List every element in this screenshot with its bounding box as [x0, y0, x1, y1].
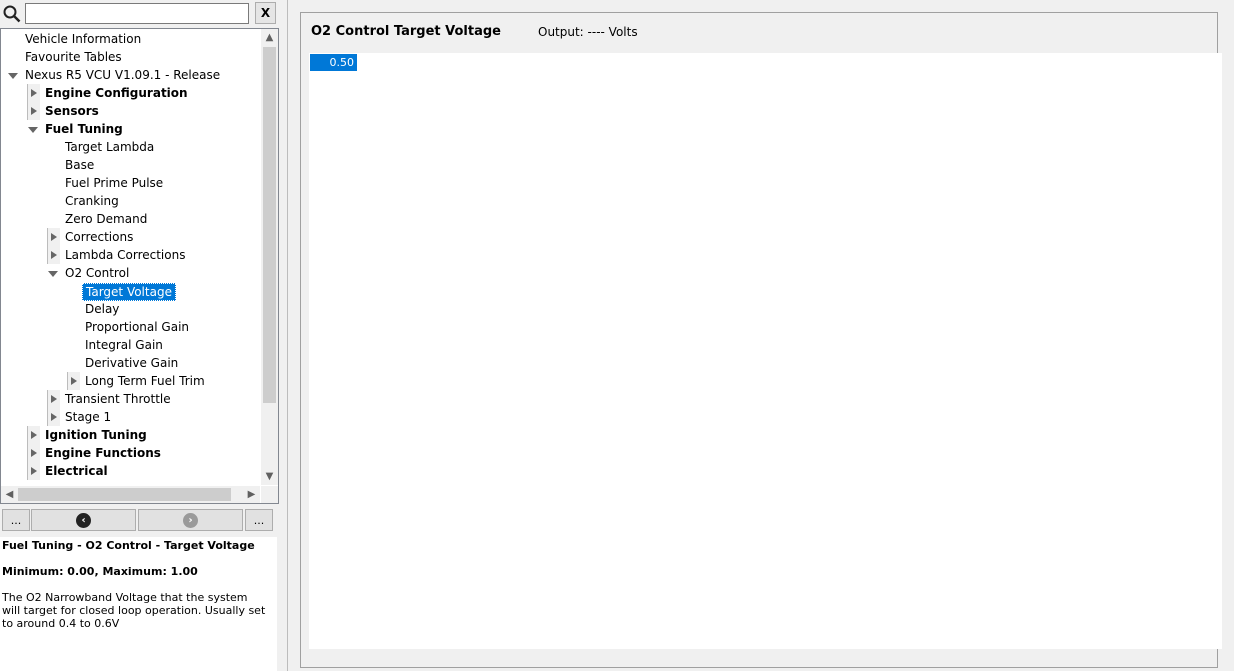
tree-item[interactable]: Fuel Tuning [1, 120, 260, 138]
tree-item-label: Corrections [65, 230, 134, 244]
tree-item-label: Base [65, 158, 95, 172]
tree-item[interactable]: Long Term Fuel Trim [1, 372, 260, 390]
tree-item[interactable]: Corrections [1, 228, 260, 246]
collapsed-arrow-icon[interactable] [67, 372, 80, 390]
description-panel: Fuel Tuning - O2 Control - Target Voltag… [0, 537, 277, 671]
tree-item[interactable]: Ignition Tuning [1, 426, 260, 444]
tree-item-label: Long Term Fuel Trim [85, 374, 205, 388]
tree-item-label: Derivative Gain [85, 356, 179, 370]
tree-item-label: Delay [85, 302, 120, 316]
collapsed-arrow-icon[interactable] [47, 390, 60, 408]
tree-item[interactable]: Vehicle Information [1, 30, 260, 48]
collapsed-arrow-icon[interactable] [47, 408, 60, 426]
tree-item[interactable]: Cranking [1, 192, 260, 210]
tree-item-label: Fuel Prime Pulse [65, 176, 164, 190]
chevron-left-circle-icon: ‹ [76, 512, 91, 528]
tree-list: Vehicle Information Favourite Tables Nexus… [1, 29, 260, 485]
scrollbar-corner [261, 486, 278, 503]
tree-item[interactable]: Electrical [1, 462, 260, 480]
collapsed-arrow-icon[interactable] [27, 462, 40, 480]
tree-item[interactable]: Lambda Corrections [1, 246, 260, 264]
table-cell[interactable]: 0.50 [310, 54, 357, 71]
tree-item-label: Target Voltage [82, 283, 176, 301]
tree-item-label: Sensors [45, 104, 99, 118]
horizontal-scroll-thumb[interactable] [18, 488, 231, 501]
tree-item-label: Transient Throttle [65, 392, 171, 406]
tree-item-label: Electrical [45, 464, 108, 478]
tree-item[interactable]: Target Lambda [1, 138, 260, 156]
tree-item[interactable]: O2 Control [1, 264, 260, 282]
tree-item[interactable]: Nexus R5 VCU V1.09.1 - Release [1, 66, 260, 84]
description-text: The O2 Narrowband Voltage that the syste… [2, 591, 266, 630]
tree-item-label: Favourite Tables [25, 50, 122, 64]
output-readout: Output: ---- Volts [538, 25, 638, 39]
forward-button[interactable]: › [138, 509, 243, 531]
scroll-right-icon[interactable]: ▶ [243, 486, 260, 503]
tree-item-label: Target Lambda [65, 140, 155, 154]
panel-splitter[interactable] [279, 0, 287, 671]
clear-search-button[interactable]: X [255, 2, 276, 24]
tree-item-label: Cranking [65, 194, 119, 208]
search-bar: X [0, 0, 279, 28]
navigation-bar: ... ‹ › ... [0, 509, 279, 531]
more-right-button[interactable]: ... [245, 509, 273, 531]
left-panel: X Vehicle Information Favourite Tables Nex… [0, 0, 279, 671]
tree-item[interactable]: Transient Throttle [1, 390, 260, 408]
expanded-arrow-icon[interactable] [47, 264, 59, 282]
tree-item-label: Integral Gain [85, 338, 163, 352]
tree-horizontal-scrollbar[interactable]: ◀ ▶ [1, 486, 260, 503]
tree-item[interactable]: Sensors [1, 102, 260, 120]
table-title: O2 Control Target Voltage [311, 24, 501, 39]
tree-item[interactable]: Engine Functions [1, 444, 260, 462]
table-grid: 0.50 [309, 53, 1222, 649]
tree-item-label: Lambda Corrections [65, 248, 186, 262]
tree-item-label: Zero Demand [65, 212, 148, 226]
collapsed-arrow-icon[interactable] [47, 228, 60, 246]
description-title: Fuel Tuning - O2 Control - Target Voltag… [2, 539, 255, 552]
tree-item[interactable]: Target Voltage [1, 282, 260, 301]
search-input[interactable] [25, 3, 249, 24]
tree-item-label: Engine Functions [45, 446, 161, 460]
tree-item[interactable]: Fuel Prime Pulse [1, 174, 260, 192]
tree-item-label: Ignition Tuning [45, 428, 147, 442]
tree-item-label: Stage 1 [65, 410, 112, 424]
tree-item[interactable]: Proportional Gain [1, 318, 260, 336]
table-panel: O2 Control Target Voltage Output: ---- V… [300, 12, 1222, 668]
tree-item[interactable]: Delay [1, 300, 260, 318]
description-range: Minimum: 0.00, Maximum: 1.00 [2, 565, 198, 578]
tree-vertical-scrollbar[interactable]: ▲ ▼ [261, 29, 278, 485]
tuning-tree: Vehicle Information Favourite Tables Nexus… [0, 28, 279, 504]
vertical-scroll-thumb[interactable] [263, 47, 276, 403]
collapsed-arrow-icon[interactable] [27, 426, 40, 444]
scroll-left-icon[interactable]: ◀ [1, 486, 18, 503]
collapsed-arrow-icon[interactable] [27, 84, 40, 102]
scroll-up-icon[interactable]: ▲ [261, 29, 278, 46]
chevron-right-circle-icon: › [183, 512, 198, 528]
tree-item[interactable]: Base [1, 156, 260, 174]
back-button[interactable]: ‹ [31, 509, 136, 531]
tree-item[interactable]: Derivative Gain [1, 354, 260, 372]
tree-item[interactable]: Zero Demand [1, 210, 260, 228]
collapsed-arrow-icon[interactable] [27, 444, 40, 462]
collapsed-arrow-icon[interactable] [27, 102, 40, 120]
table-editor-pane: O2 Control Target Voltage Output: ---- V… [287, 0, 1234, 671]
expanded-arrow-icon[interactable] [27, 120, 39, 138]
collapsed-arrow-icon[interactable] [47, 246, 60, 264]
tree-item-label: O2 Control [65, 266, 130, 280]
tree-item-label: Nexus R5 VCU V1.09.1 - Release [25, 68, 221, 82]
expanded-arrow-icon[interactable] [7, 66, 19, 84]
tree-item[interactable]: Stage 1 [1, 408, 260, 426]
tree-item[interactable]: Engine Configuration [1, 84, 260, 102]
tree-item-label: Fuel Tuning [45, 122, 123, 136]
search-icon[interactable] [3, 5, 21, 23]
more-left-button[interactable]: ... [2, 509, 30, 531]
tree-item-label: Vehicle Information [25, 32, 142, 46]
tree-item[interactable]: Integral Gain [1, 336, 260, 354]
tree-item[interactable]: Favourite Tables [1, 48, 260, 66]
scroll-down-icon[interactable]: ▼ [261, 468, 278, 485]
tree-item-label: Engine Configuration [45, 86, 188, 100]
tree-item-label: Proportional Gain [85, 320, 190, 334]
